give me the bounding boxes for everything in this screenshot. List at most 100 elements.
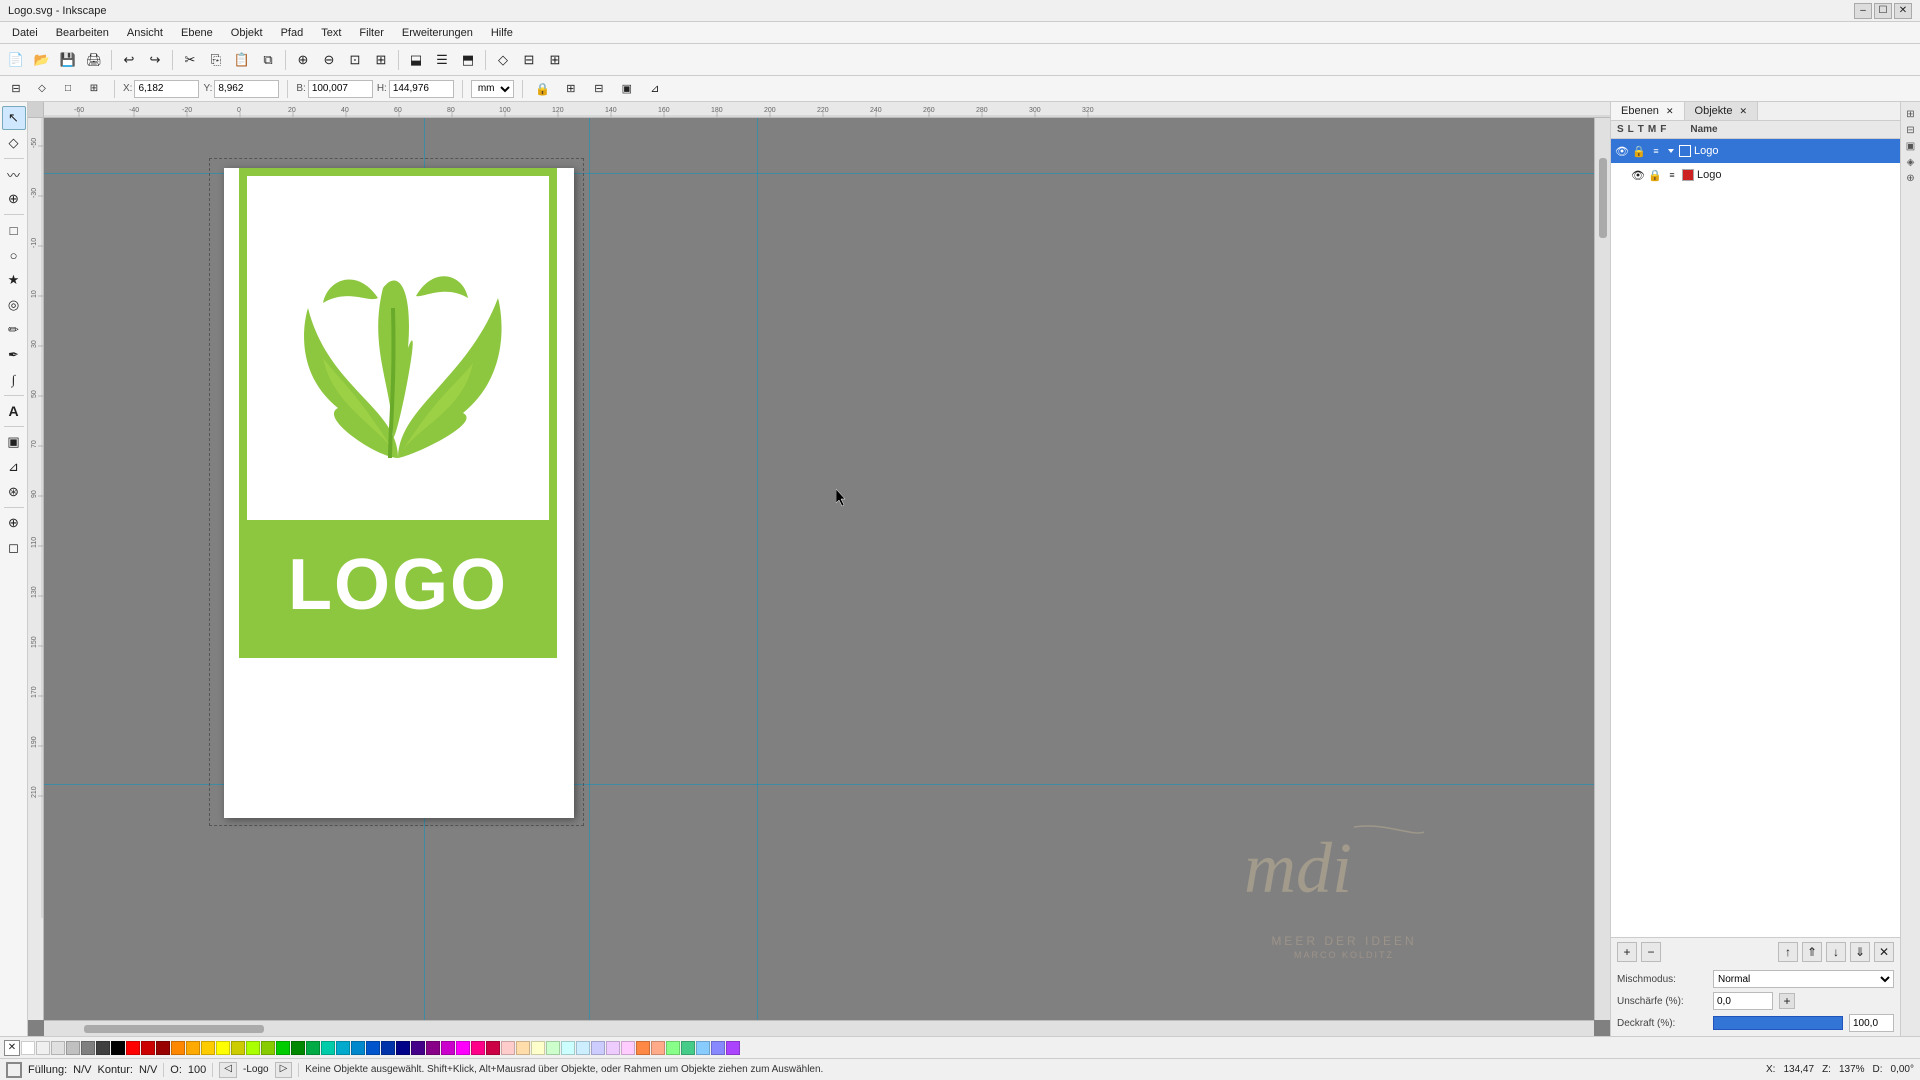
palette-swatch[interactable] [501,1041,515,1055]
mischmodus-select[interactable]: Normal Multiply Screen Overlay [1713,970,1894,988]
unschaerfe-input[interactable] [1713,992,1773,1010]
text-tool-btn[interactable]: A [2,399,26,423]
palette-swatch[interactable] [96,1041,110,1055]
unit-select[interactable]: mm px cm in [471,80,514,98]
palette-swatch[interactable] [306,1041,320,1055]
menu-objekt[interactable]: Objekt [223,25,271,41]
print-btn[interactable]: 🖨 [82,48,106,72]
palette-swatch[interactable] [561,1041,575,1055]
layer-lock-icon[interactable]: 🔒 [1632,144,1646,158]
menu-ebene[interactable]: Ebene [173,25,221,41]
menu-bearbeiten[interactable]: Bearbeiten [48,25,117,41]
node-btn[interactable]: ◇ [491,48,515,72]
snap-grid[interactable]: ⊞ [82,77,106,101]
cut-btn[interactable]: ✂ [178,48,202,72]
move-bottom-btn[interactable]: ⇓ [1850,942,1870,962]
zoom-tool-btn[interactable]: ⊕ [2,187,26,211]
palette-swatch[interactable] [201,1041,215,1055]
h-input[interactable] [389,80,454,98]
transform2-btn[interactable]: ⊟ [587,77,611,101]
layer-item-list-icon[interactable]: ≡ [1665,168,1679,182]
zoom-out-btn[interactable]: ⊖ [317,48,341,72]
redo-btn[interactable]: ↪ [143,48,167,72]
dropper-tool-btn[interactable]: ⊛ [2,480,26,504]
star-tool-btn[interactable]: ★ [2,268,26,292]
node-tool-btn[interactable]: ◇ [2,131,26,155]
close-button[interactable]: ✕ [1894,3,1912,19]
move-down-btn[interactable]: ↓ [1826,942,1846,962]
deckraft-input[interactable] [1849,1014,1894,1032]
canvas-area[interactable]: -60 -40 -20 0 20 40 60 80 100 120 140 16… [28,102,1610,1036]
palette-swatch[interactable] [621,1041,635,1055]
palette-swatch[interactable] [651,1041,665,1055]
palette-swatch[interactable] [366,1041,380,1055]
palette-swatch[interactable] [156,1041,170,1055]
palette-swatch[interactable] [81,1041,95,1055]
align-center-btn[interactable]: ☰ [430,48,454,72]
eraser-tool-btn[interactable]: ◻ [2,536,26,560]
palette-swatch[interactable] [516,1041,530,1055]
fit-page-btn[interactable]: ⊞ [369,48,393,72]
unschaerfe-plus[interactable]: + [1779,993,1795,1009]
palette-swatch[interactable] [126,1041,140,1055]
palette-swatch[interactable] [216,1041,230,1055]
snap-bbox[interactable]: □ [56,77,80,101]
fill-indicator[interactable] [6,1062,22,1078]
snap-btn[interactable]: ⊟ [517,48,541,72]
palette-swatch[interactable] [696,1041,710,1055]
ellipse-tool-btn[interactable]: ○ [2,243,26,267]
move-up-btn[interactable]: ↑ [1778,942,1798,962]
menu-ansicht[interactable]: Ansicht [119,25,171,41]
edge-btn-3[interactable]: ▣ [1903,138,1919,154]
layer-item-visibility-icon[interactable]: 👁 [1631,168,1645,182]
fit-btn[interactable]: ⊡ [343,48,367,72]
palette-swatch[interactable] [321,1041,335,1055]
paint-tool-btn[interactable]: ⊿ [2,455,26,479]
palette-swatch[interactable] [456,1041,470,1055]
palette-swatch[interactable] [426,1041,440,1055]
duplicate-btn[interactable]: ⧉ [256,48,280,72]
grid-btn[interactable]: ⊞ [543,48,567,72]
tweak-tool-btn[interactable]: 〰 [2,162,26,186]
no-color-swatch[interactable]: ✕ [4,1040,20,1056]
close-panel-btn[interactable]: ✕ [1874,942,1894,962]
palette-swatch[interactable] [546,1041,560,1055]
edge-btn-2[interactable]: ⊟ [1903,122,1919,138]
palette-swatch[interactable] [171,1041,185,1055]
menu-text[interactable]: Text [313,25,349,41]
layer-row-logo-item[interactable]: 👁 🔒 ≡ Logo [1611,163,1900,187]
palette-swatch[interactable] [246,1041,260,1055]
palette-swatch[interactable] [441,1041,455,1055]
menu-filter[interactable]: Filter [351,25,391,41]
undo-btn[interactable]: ↩ [117,48,141,72]
pen-tool-btn[interactable]: ✒ [2,343,26,367]
add-layer-btn[interactable]: + [1617,942,1637,962]
palette-swatch[interactable] [336,1041,350,1055]
y-input[interactable] [214,80,279,98]
palette-swatch[interactable] [531,1041,545,1055]
palette-swatch[interactable] [36,1041,50,1055]
lock-btn[interactable]: 🔒 [531,77,555,101]
spray-tool-btn[interactable]: ⊕ [2,511,26,535]
palette-swatch[interactable] [291,1041,305,1055]
palette-swatch[interactable] [471,1041,485,1055]
calligraphy-tool-btn[interactable]: ∫ [2,368,26,392]
snap-nodes[interactable]: ◇ [30,77,54,101]
layer-next-btn[interactable]: ▷ [275,1062,293,1078]
layer-item-lock-icon[interactable]: 🔒 [1648,168,1662,182]
menu-pfad[interactable]: Pfad [273,25,312,41]
transform-btn[interactable]: ⊞ [559,77,583,101]
move-top-btn[interactable]: ⇑ [1802,942,1822,962]
spiral-tool-btn[interactable]: ◎ [2,293,26,317]
layer-row-logo-group[interactable]: 👁 🔒 ≡ Logo [1611,139,1900,163]
gradient-tool-btn[interactable]: ▣ [2,430,26,454]
pencil-tool-btn[interactable]: ✏ [2,318,26,342]
palette-swatch[interactable] [576,1041,590,1055]
palette-swatch[interactable] [51,1041,65,1055]
palette-swatch[interactable] [66,1041,80,1055]
vertical-scroll-thumb[interactable] [1599,158,1607,238]
vertical-scrollbar[interactable] [1594,118,1610,1020]
edge-btn-1[interactable]: ⊞ [1903,106,1919,122]
layer-visibility-icon[interactable]: 👁 [1615,144,1629,158]
paste-btn[interactable]: 📋 [230,48,254,72]
